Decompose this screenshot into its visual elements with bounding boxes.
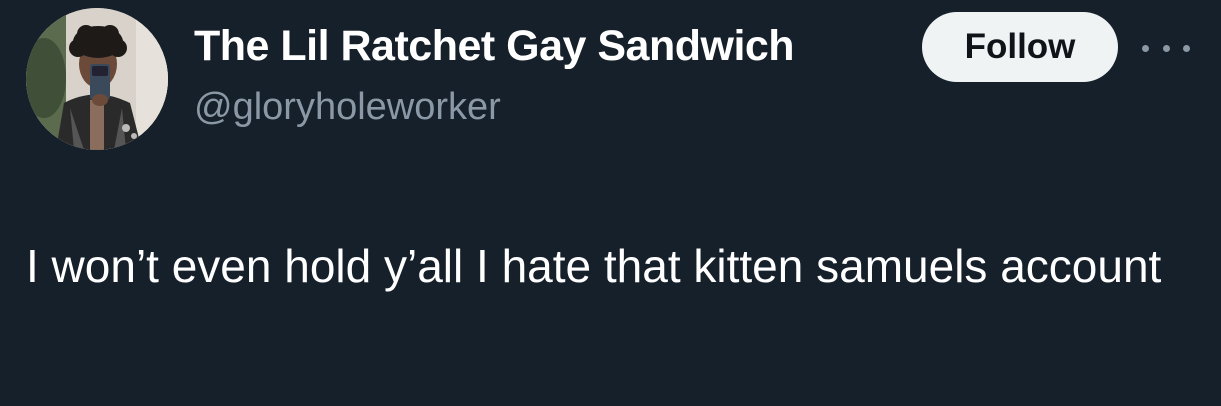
avatar[interactable] bbox=[26, 8, 168, 150]
more-dot bbox=[1142, 44, 1149, 52]
more-dot bbox=[1162, 44, 1170, 52]
tweet-card: The Lil Ratchet Gay Sandwich @gloryholew… bbox=[0, 0, 1221, 406]
tweet-text: I won’t even hold y’all I hate that kitt… bbox=[26, 240, 1162, 292]
more-horizontal-icon[interactable] bbox=[1142, 36, 1190, 60]
follow-button[interactable]: Follow bbox=[922, 12, 1118, 82]
avatar-photo bbox=[26, 8, 168, 150]
author-handle[interactable]: @gloryholeworker bbox=[194, 86, 501, 129]
more-dot bbox=[1183, 44, 1190, 52]
author-display-name[interactable]: The Lil Ratchet Gay Sandwich bbox=[194, 22, 795, 71]
